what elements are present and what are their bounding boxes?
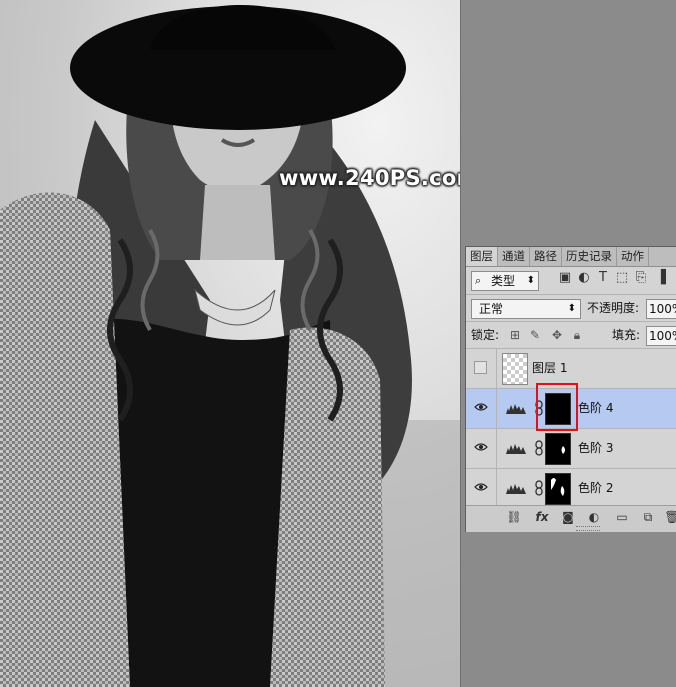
tab-actions[interactable]: 动作 bbox=[617, 247, 649, 266]
search-icon: ⌕ bbox=[475, 274, 482, 287]
mask-shape bbox=[561, 446, 565, 454]
mask-shape bbox=[551, 478, 565, 496]
layer-row[interactable]: 图层 1 bbox=[466, 348, 676, 388]
levels-adjustment-icon bbox=[506, 404, 526, 414]
panel-tabs: 图层 通道 路径 历史记录 动作 bbox=[466, 247, 676, 267]
filter-type-label: 类型 bbox=[491, 274, 516, 288]
opacity-label: 不透明度: bbox=[587, 301, 640, 315]
lock-all-icon[interactable]: 🔒︎ bbox=[570, 328, 584, 342]
filter-toggle-icon[interactable]: ▌ bbox=[656, 271, 676, 285]
new-layer-icon[interactable]: ⧉ bbox=[640, 510, 656, 524]
lock-transparent-icon[interactable]: ⊞ bbox=[508, 328, 522, 342]
eye-icon bbox=[474, 443, 488, 451]
photo-illustration bbox=[0, 5, 460, 687]
tab-layers[interactable]: 图层 bbox=[466, 247, 498, 266]
visibility-toggle[interactable] bbox=[466, 349, 497, 388]
type-filter-icon[interactable]: T bbox=[596, 271, 610, 285]
layer-mask-thumbnail[interactable] bbox=[545, 433, 571, 465]
lock-move-icon[interactable]: ✥ bbox=[550, 328, 564, 342]
visibility-toggle[interactable] bbox=[466, 429, 497, 468]
new-group-icon[interactable]: ▭ bbox=[614, 510, 630, 524]
lock-brush-icon[interactable]: ✎ bbox=[528, 328, 542, 342]
tab-history[interactable]: 历史记录 bbox=[562, 247, 617, 266]
lock-label: 锁定: bbox=[471, 328, 500, 342]
tab-paths[interactable]: 路径 bbox=[530, 247, 562, 266]
blend-mode-select[interactable]: 正常 ⬍ bbox=[471, 299, 581, 319]
chain-link-icon[interactable] bbox=[535, 480, 543, 496]
layer-name[interactable]: 色阶 4 bbox=[578, 389, 613, 428]
delete-icon[interactable]: 🗑︎ bbox=[664, 510, 676, 524]
filter-type-select[interactable]: ⌕ 类型 ⬍ bbox=[471, 271, 539, 291]
highlight-box bbox=[536, 383, 578, 431]
layer-thumbnail bbox=[502, 353, 528, 385]
updown-arrow-icon: ⬍ bbox=[567, 303, 576, 314]
layer-mask-thumbnail[interactable] bbox=[545, 473, 571, 505]
fill-label: 填充: bbox=[612, 328, 641, 342]
hidden-visibility-box bbox=[474, 361, 487, 374]
panel-footer: ⛓ fx ◙ ◐ ▭ ⧉ 🗑︎ bbox=[466, 505, 676, 532]
eye-icon bbox=[474, 403, 488, 411]
opacity-input[interactable]: 100% bbox=[646, 299, 676, 319]
filter-row: ⌕ 类型 ⬍ ▣ ◐ T ⬚ ⎘ ▌ bbox=[466, 267, 676, 293]
canvas-photo[interactable]: www.240PS.com bbox=[0, 0, 460, 687]
image-filter-icon[interactable]: ▣ bbox=[558, 271, 572, 285]
eye-icon bbox=[474, 483, 488, 491]
levels-adjustment-icon bbox=[506, 484, 526, 494]
visibility-toggle[interactable] bbox=[466, 389, 497, 428]
layer-row[interactable]: 色阶 3 bbox=[466, 428, 676, 468]
fill-input[interactable]: 100% bbox=[646, 326, 676, 346]
layer-row[interactable]: 色阶 2 bbox=[466, 468, 676, 508]
lock-row: 锁定: ⊞ ✎ ✥ 🔒︎ 填充: 100% bbox=[466, 321, 676, 348]
updown-arrow-icon: ⬍ bbox=[526, 275, 535, 286]
visibility-toggle[interactable] bbox=[466, 469, 497, 508]
blend-mode-value: 正常 bbox=[479, 302, 504, 316]
watermark-text: www.240PS.com bbox=[279, 166, 460, 190]
levels-adjustment-icon bbox=[506, 444, 526, 454]
blend-row: 正常 ⬍ 不透明度: 100% bbox=[466, 294, 676, 321]
link-layers-icon[interactable]: ⛓ bbox=[506, 510, 522, 524]
adjustment-filter-icon[interactable]: ◐ bbox=[577, 271, 591, 285]
smart-object-filter-icon[interactable]: ⎘ bbox=[634, 271, 648, 285]
layer-name[interactable]: 色阶 2 bbox=[578, 469, 613, 508]
chain-link-icon[interactable] bbox=[535, 440, 543, 456]
shape-filter-icon[interactable]: ⬚ bbox=[615, 271, 629, 285]
resize-grip[interactable] bbox=[576, 526, 600, 531]
tab-channels[interactable]: 通道 bbox=[498, 247, 530, 266]
layer-name[interactable]: 色阶 3 bbox=[578, 429, 613, 468]
fx-icon[interactable]: fx bbox=[534, 510, 550, 524]
add-mask-icon[interactable]: ◙ bbox=[560, 510, 576, 524]
new-adjustment-icon[interactable]: ◐ bbox=[586, 510, 602, 524]
